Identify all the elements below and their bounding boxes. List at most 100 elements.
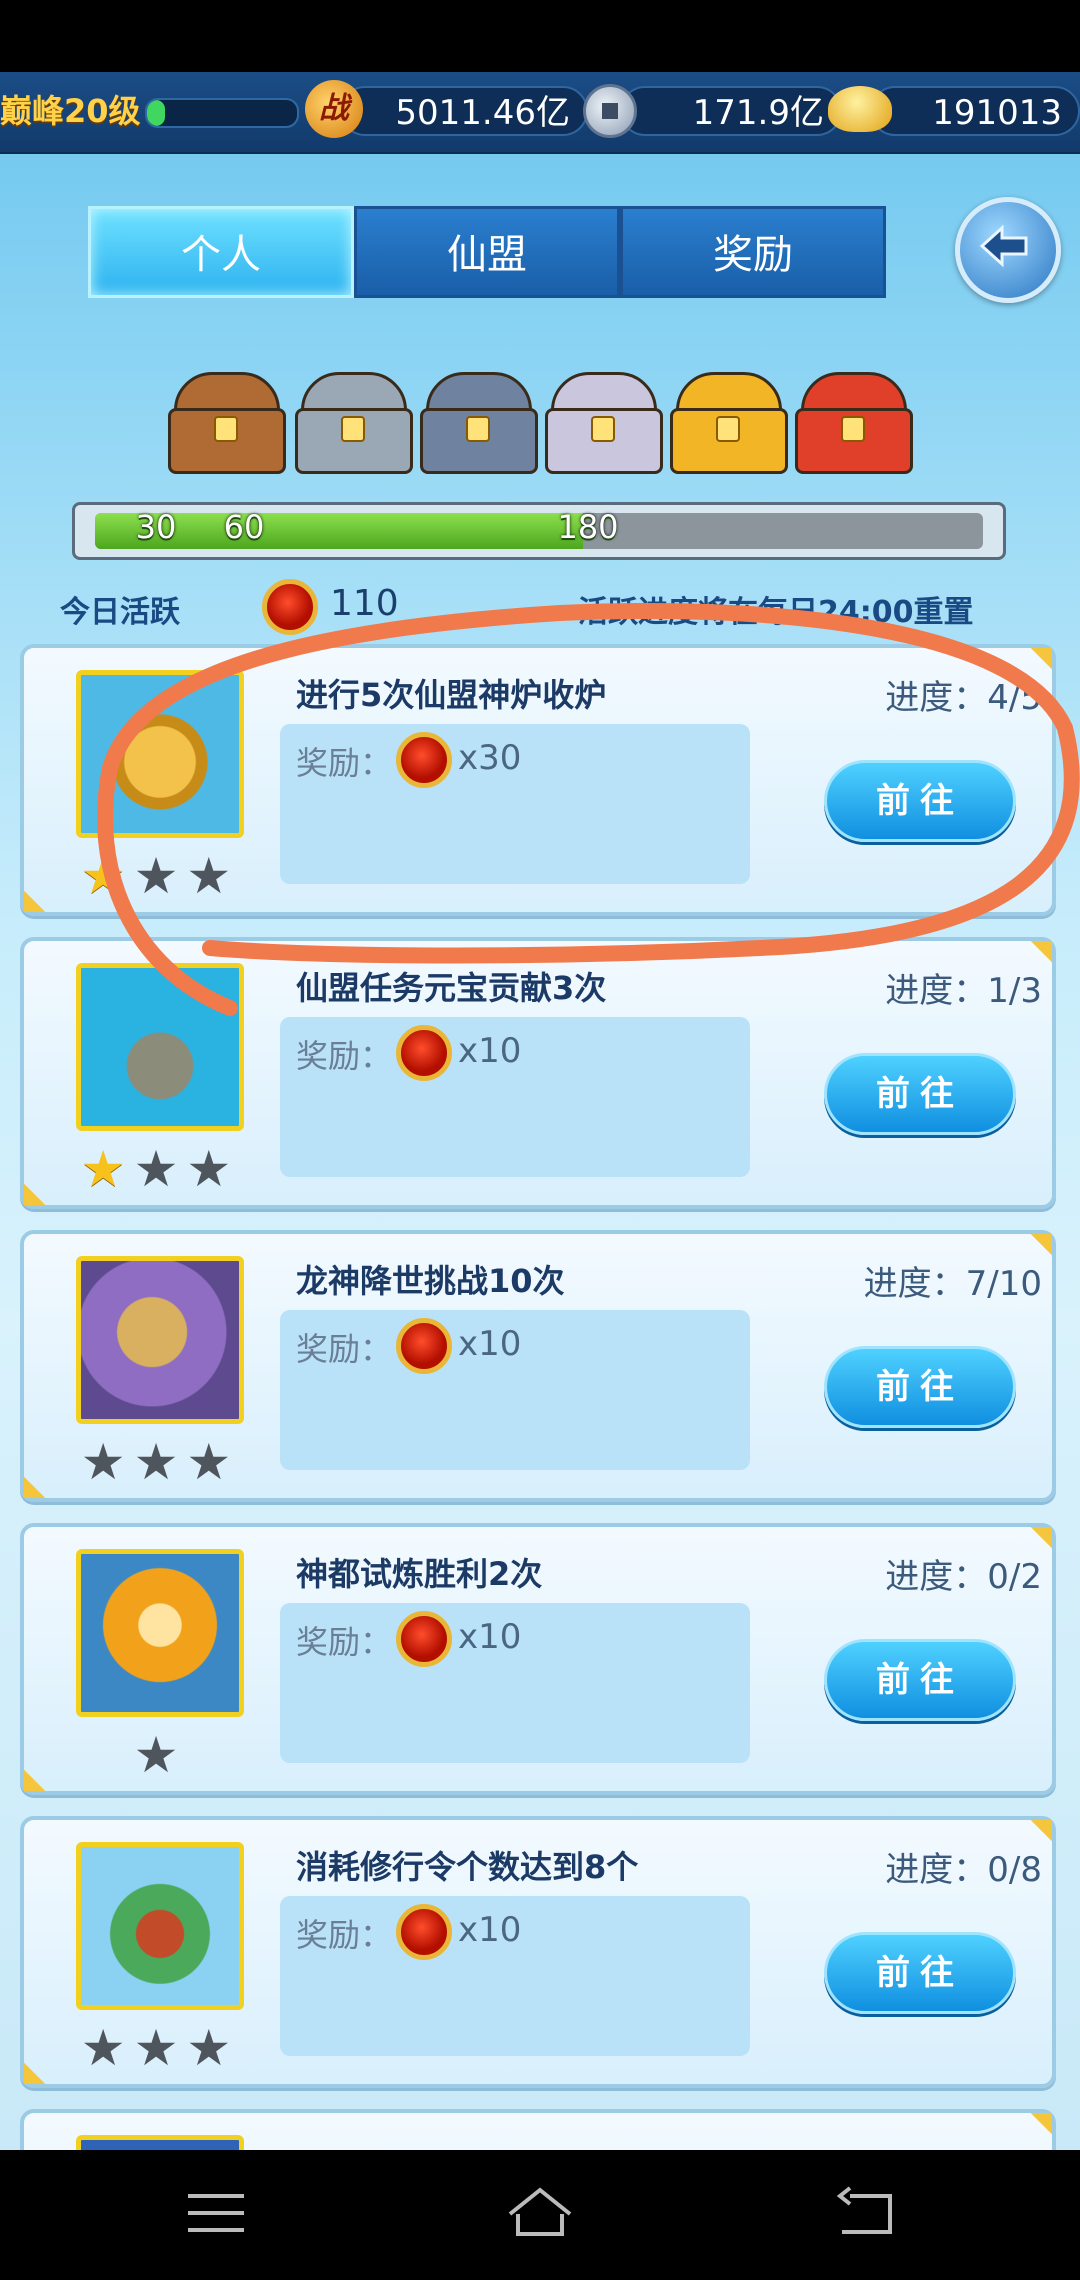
chest-steel[interactable] [420, 372, 538, 474]
star-icon: ★ [133, 847, 187, 905]
tab-personal[interactable]: 个人 [88, 206, 354, 298]
activity-medal-icon [396, 1904, 452, 1960]
activity-medal-icon [396, 1318, 452, 1374]
task-thumbnail [76, 1256, 244, 1424]
star-icon: ★ [186, 847, 240, 905]
task-thumbnail [76, 2135, 244, 2150]
activity-medal-icon [396, 1025, 452, 1081]
task-stars: ★★★ [74, 1139, 246, 1199]
exp-bar-fill [147, 100, 165, 126]
game-screen: 巅峰20级 5011.46亿 战 171.9亿 191013 个人 仙盟 奖励 … [0, 72, 1080, 2150]
task-thumbnail [76, 1842, 244, 2010]
chest-lock-icon [591, 416, 615, 442]
chest-gold[interactable] [670, 372, 788, 474]
task-thumbnail [76, 1549, 244, 1717]
task-thumbnail [76, 670, 244, 838]
battle-power-value: 5011.46亿 [340, 86, 588, 136]
task-title: 龙神降世挑战10次 [296, 1262, 565, 1300]
task-title: 消耗修行令个数达到8个 [296, 1848, 639, 1886]
star-icon: ★ [133, 1140, 187, 1198]
corner-ornament [24, 1153, 76, 1205]
status-bar [0, 0, 1080, 72]
task-progress: 进度：0/8 [885, 1850, 1042, 1890]
corner-ornament [24, 1739, 76, 1791]
star-icon: ★ [186, 1433, 240, 1491]
task-title: 神都试炼胜利2次 [296, 1555, 543, 1593]
peak-level: 巅峰20级 [0, 92, 141, 130]
task-card: ★★★ 进行5次仙盟神炉收炉 奖励： x30 进度：4/5 前往 [20, 644, 1056, 916]
reward-label: 奖励： [296, 1037, 393, 1075]
go-button[interactable]: 前往 [824, 1053, 1016, 1135]
task-card: ★★★ 仙盟任务元宝贡献3次 奖励： x10 进度：1/3 前往 [20, 937, 1056, 1209]
exp-bar [145, 98, 299, 128]
task-stars: ★★★ [74, 846, 246, 906]
corner-ornament [1000, 2113, 1052, 2150]
arrow-left-icon [979, 224, 1028, 268]
reset-note: 活跃进度将在每日24:00重置 [578, 595, 974, 630]
reward-label: 奖励： [296, 1330, 393, 1368]
tab-bar: 个人 仙盟 奖励 [88, 206, 888, 298]
star-icon: ★ [186, 2019, 240, 2077]
chest-lock-icon [716, 416, 740, 442]
reward-value: x10 [458, 1031, 522, 1071]
corner-ornament [24, 1446, 76, 1498]
go-button[interactable]: 前往 [824, 1932, 1016, 2014]
chest-wood[interactable] [168, 372, 286, 474]
go-button[interactable]: 前往 [824, 1639, 1016, 1721]
milestone-label: 60 [223, 508, 265, 546]
chest-royal[interactable] [795, 372, 913, 474]
reward-label: 奖励： [296, 1623, 393, 1661]
chest-lock-icon [466, 416, 490, 442]
reward-value: x30 [458, 738, 522, 778]
chest-lock-icon [841, 416, 865, 442]
chest-silver[interactable] [545, 372, 663, 474]
menu-icon[interactable] [176, 2178, 256, 2248]
milestone-label: 30 [135, 508, 177, 546]
chest-lock-icon [214, 416, 238, 442]
task-card: ★ 神都试炼胜利2次 奖励： x10 进度：0/2 前往 [20, 1523, 1056, 1795]
task-progress: 进度：4/5 [885, 678, 1042, 718]
resource-bar: 巅峰20级 5011.46亿 战 171.9亿 191013 [0, 72, 1080, 154]
battle-power-icon: 战 [305, 80, 363, 138]
silver-value: 171.9亿 [620, 86, 842, 136]
task-card-peek [20, 2109, 1056, 2150]
activity-medal-icon [262, 579, 318, 635]
star-icon: ★ [80, 1433, 134, 1491]
star-icon: ★ [133, 1433, 187, 1491]
activity-label: 今日活跃 [60, 595, 180, 630]
back-icon[interactable] [826, 2178, 906, 2248]
back-button[interactable] [955, 197, 1061, 303]
activity-medal-icon [396, 1611, 452, 1667]
task-progress: 进度：7/10 [863, 1264, 1042, 1304]
corner-ornament [24, 860, 76, 912]
android-nav-bar [0, 2150, 1080, 2280]
task-stars: ★ [74, 1725, 246, 1785]
go-button[interactable]: 前往 [824, 1346, 1016, 1428]
reward-value: x10 [458, 1910, 522, 1950]
activity-medal-icon [396, 732, 452, 788]
task-title: 仙盟任务元宝贡献3次 [296, 969, 607, 1007]
reward-label: 奖励： [296, 744, 393, 782]
star-icon: ★ [133, 1726, 187, 1784]
activity-value: 110 [330, 583, 399, 624]
chest-lock-icon [341, 416, 365, 442]
star-icon: ★ [80, 2019, 134, 2077]
task-stars: ★★★ [74, 1432, 246, 1492]
task-stars: ★★★ [74, 2018, 246, 2078]
corner-ornament [24, 2032, 76, 2084]
go-button[interactable]: 前往 [824, 760, 1016, 842]
tab-rewards[interactable]: 奖励 [620, 206, 886, 298]
chest-iron[interactable] [295, 372, 413, 474]
task-thumbnail [76, 963, 244, 1131]
coin-icon [583, 84, 637, 138]
activity-progress-bar: 30 60 180 [72, 502, 1006, 560]
gold-value[interactable]: 191013 [870, 86, 1080, 136]
tab-alliance[interactable]: 仙盟 [354, 206, 620, 298]
star-icon: ★ [80, 847, 134, 905]
milestone-label: 180 [557, 508, 619, 546]
reward-label: 奖励： [296, 1916, 393, 1954]
task-card: ★★★ 龙神降世挑战10次 奖励： x10 进度：7/10 前往 [20, 1230, 1056, 1502]
home-icon[interactable] [500, 2178, 580, 2248]
star-icon: ★ [80, 1140, 134, 1198]
task-progress: 进度：0/2 [885, 1557, 1042, 1597]
